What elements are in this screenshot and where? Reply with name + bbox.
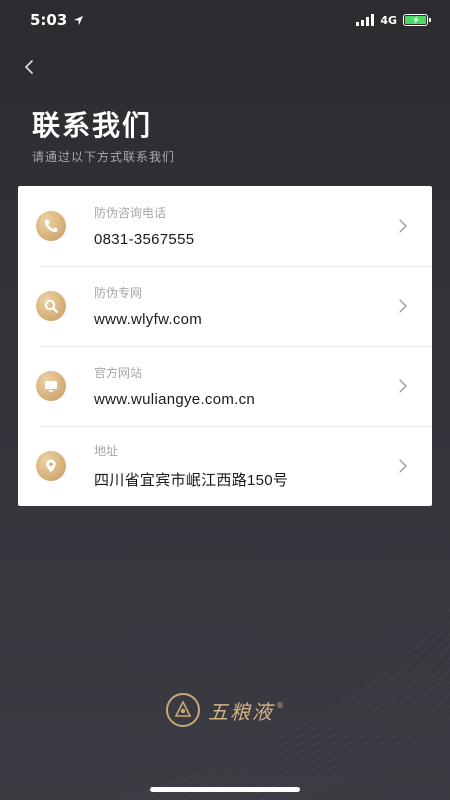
chevron-right-icon xyxy=(396,379,410,393)
status-left: 5:03 xyxy=(30,11,84,29)
registered-mark: ® xyxy=(276,700,284,710)
phone-icon xyxy=(36,211,66,241)
chevron-right-icon xyxy=(396,299,410,313)
network-type: 4G xyxy=(380,13,397,27)
search-icon xyxy=(36,291,66,321)
page-subtitle: 请通过以下方式联系我们 xyxy=(32,150,176,164)
contact-value: www.wlyfw.com xyxy=(94,311,203,328)
contact-label: 官方网站 xyxy=(94,366,143,380)
contact-card: 防伪咨询电话 0831-3567555 防伪专网 www.wlyfw.com 官… xyxy=(18,186,432,506)
signal-icon xyxy=(356,14,375,26)
chevron-right-icon xyxy=(396,459,410,473)
home-indicator[interactable] xyxy=(150,787,300,792)
background-wave-decoration xyxy=(119,609,450,800)
chevron-right-icon xyxy=(396,219,410,233)
contact-label: 防伪咨询电话 xyxy=(94,206,167,220)
contact-value: www.wuliangye.com.cn xyxy=(94,391,256,408)
chevron-left-icon xyxy=(25,60,33,74)
brand-logo: 五粮液 ® xyxy=(0,693,450,727)
location-pin-icon xyxy=(36,451,66,481)
contact-row-official-site[interactable]: 官方网站 www.wuliangye.com.cn xyxy=(18,346,432,426)
contact-row-phone[interactable]: 防伪咨询电话 0831-3567555 xyxy=(18,186,432,266)
contact-row-anticounterfeit-site[interactable]: 防伪专网 www.wlyfw.com xyxy=(18,266,432,346)
brand-emblem-icon xyxy=(166,693,200,727)
contact-value: 0831-3567555 xyxy=(94,231,195,248)
monitor-icon xyxy=(36,371,66,401)
contact-value: 四川省宜宾市岷江西路150号 xyxy=(94,472,289,489)
contact-label: 地址 xyxy=(94,444,119,458)
contact-row-address[interactable]: 地址 四川省宜宾市岷江西路150号 xyxy=(18,426,432,506)
status-bar: 5:03 4G xyxy=(0,0,450,40)
back-button[interactable] xyxy=(14,52,44,82)
battery-icon xyxy=(403,14,431,26)
contact-label: 防伪专网 xyxy=(94,286,143,300)
location-arrow-icon xyxy=(74,15,84,25)
page-title: 联系我们 xyxy=(32,109,153,142)
brand-name: 五粮液 xyxy=(208,699,274,724)
status-time: 5:03 xyxy=(30,11,68,29)
status-right: 4G xyxy=(356,13,431,27)
charging-bolt-icon xyxy=(412,16,419,24)
